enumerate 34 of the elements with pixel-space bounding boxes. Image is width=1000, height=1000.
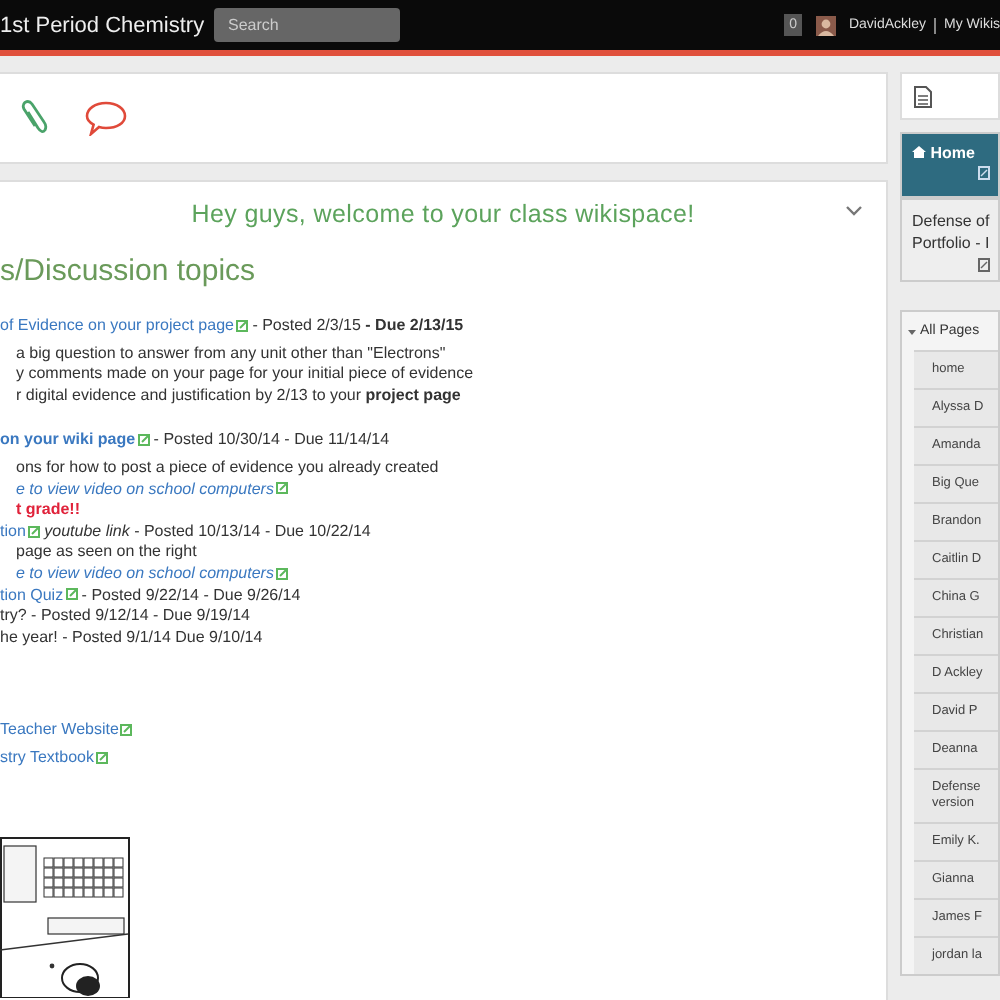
home-icon: [912, 146, 926, 158]
search-field[interactable]: Search: [214, 8, 400, 42]
chevron-down-icon[interactable]: [846, 206, 862, 216]
link[interactable]: Teacher Website: [0, 720, 119, 739]
edit-icon[interactable]: [978, 258, 990, 272]
link[interactable]: e to view video on school computers: [16, 563, 274, 582]
list-text: y comments made on your page for your initial piece of evidence: [14, 364, 476, 386]
link[interactable]: e to view video on school computers: [16, 479, 274, 498]
list-text: tion youtube link - Posted 10/13/14 - Due 10/22/14: [0, 521, 373, 543]
list-text: of Evidence on your project page - Posted 2/3/15 - Due 2/13/15: [0, 316, 466, 338]
list-text: tion Quiz - Posted 9/22/14 - Due 9/26/14: [0, 585, 303, 607]
list-text: a big question to answer from any unit other than "Electrons": [14, 343, 448, 365]
link[interactable]: tion Quiz: [0, 585, 64, 604]
paperclip-icon[interactable]: [20, 100, 48, 136]
list-text: r digital evidence and justification by 2/13 to your project page: [14, 385, 463, 407]
document-icon[interactable]: [914, 85, 932, 107]
sidebar-nav-item[interactable]: Home: [900, 132, 1000, 198]
link[interactable]: on your wiki page: [0, 430, 136, 449]
section-heading: s/Discussion topics: [0, 254, 258, 288]
link[interactable]: tion: [0, 521, 26, 540]
list-text: he year! - Posted 9/1/14 Due 9/10/14: [0, 627, 265, 649]
comment-icon[interactable]: [84, 100, 128, 136]
welcome-title: Hey guys, welcome to your class wikispace!: [191, 200, 695, 228]
sidebar-nav-item[interactable]: Defense of Portfolio - I: [900, 198, 1000, 282]
list-text: ons for how to post a piece of evidence you already created: [14, 457, 441, 480]
caret-down-icon: [908, 327, 916, 335]
list-text: t grade!!: [14, 500, 82, 522]
list-text: try? - Posted 9/12/14 - Due 9/19/14: [0, 606, 252, 628]
list-text: on your wiki page - Posted 10/30/14 - Due 11/14/14: [0, 430, 392, 452]
avatar-icon[interactable]: [816, 15, 837, 35]
link[interactable]: stry Textbook: [0, 747, 94, 766]
list-text: page as seen on the right: [14, 542, 199, 564]
wiki-title[interactable]: 1st Period Chemistry: [0, 13, 214, 37]
link[interactable]: of Evidence on your project page: [0, 316, 234, 334]
